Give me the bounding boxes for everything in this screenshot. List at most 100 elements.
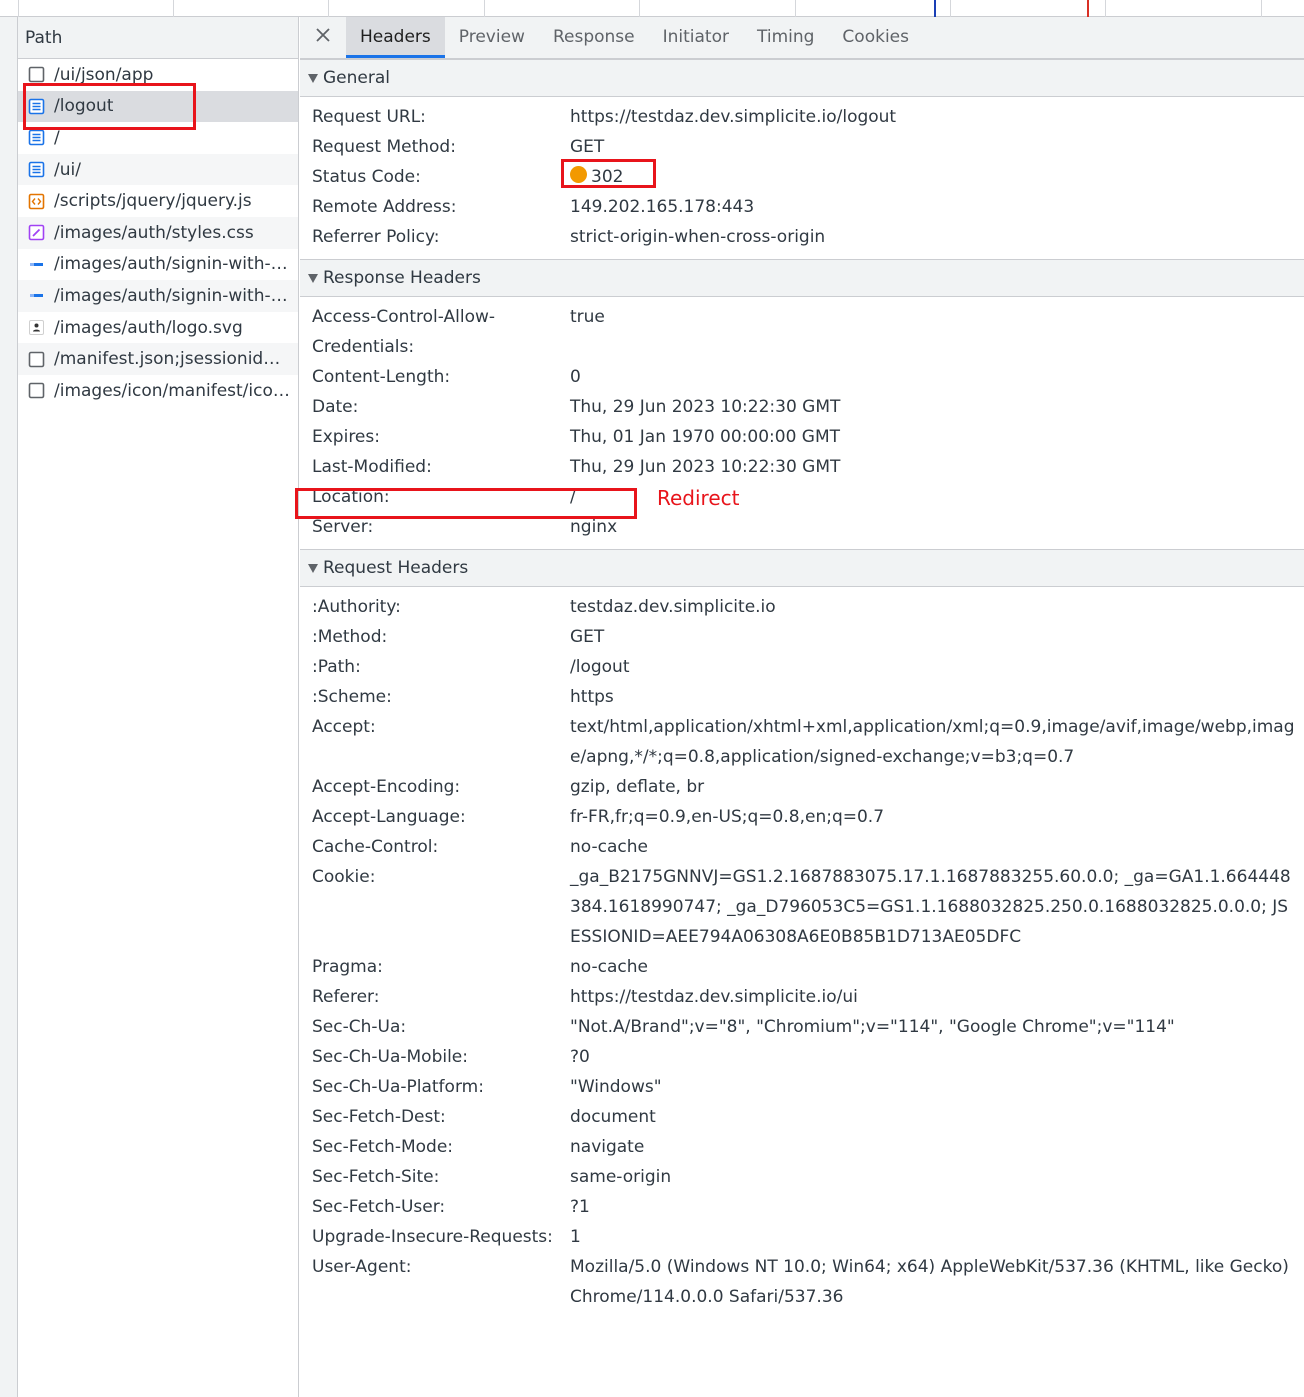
header-key: Cache-Control: [312,837,439,857]
header-key: Sec-Ch-Ua-Mobile: [312,1047,468,1067]
general-row-status-code: Status Code: 302 [312,162,1304,192]
image-icon [28,256,45,273]
header-key: :Path: [312,657,361,677]
response-header-row: Date: Thu, 29 Jun 2023 10:22:30 GMT [312,392,1304,422]
request-list-item[interactable]: /images/auth/logo.svg [18,312,298,344]
close-icon [315,27,331,48]
request-path-label: /scripts/jquery/jquery.js [54,191,252,212]
request-header-row: Accept-Encoding: gzip, deflate, br [312,772,1304,802]
general-section-header[interactable]: General [300,59,1304,97]
tab-preview[interactable]: Preview [445,17,539,58]
header-key: Status Code: [312,167,421,187]
header-key: :Scheme: [312,687,392,707]
timeline-gridline [1105,0,1106,17]
request-path-label: /ui/ [54,159,81,180]
header-value: https://testdaz.dev.simplicite.io/ui [570,987,858,1007]
header-key: Content-Length: [312,367,451,387]
header-value: strict-origin-when-cross-origin [570,227,826,247]
image-icon [28,287,45,304]
tab-cookies[interactable]: Cookies [828,17,923,58]
header-value: no-cache [570,837,648,857]
response-headers-title: Response Headers [323,268,481,288]
left-gutter [0,17,18,1397]
request-header-row: Sec-Fetch-Site: same-origin [312,1162,1304,1192]
request-list-item[interactable]: /logout [18,90,298,123]
request-header-row: :Authority: testdaz.dev.simplicite.io [312,592,1304,622]
header-value: Thu, 01 Jan 1970 00:00:00 GMT [570,427,841,447]
header-value: nginx [570,517,618,537]
close-detail-button[interactable] [300,17,346,58]
header-key: Accept-Encoding: [312,777,461,797]
header-key: Access-Control-Allow-Credentials: [312,307,496,357]
request-header-row: :Method: GET [312,622,1304,652]
dom-content-loaded-marker [934,0,936,17]
timeline-gridline [950,0,951,17]
script-icon [28,193,45,210]
header-key: Accept: [312,717,376,737]
header-key: :Method: [312,627,388,647]
header-value: 1 [570,1227,581,1247]
response-header-row: Last-Modified: Thu, 29 Jun 2023 10:22:30 … [312,452,1304,482]
timeline-gridline [484,0,485,17]
request-header-row: Accept: text/html,application/xhtml+xml,a… [312,712,1304,772]
general-row-request-url: Request URL: https://testdaz.dev.simplic… [312,102,1304,132]
response-headers-section-header[interactable]: Response Headers [300,259,1304,297]
request-list-item[interactable]: /images/icon/manifest/icon... [18,375,298,407]
general-section-body: Request URL: https://testdaz.dev.simplic… [300,97,1304,259]
response-header-row: Content-Length: 0 [312,362,1304,392]
other-file-icon [28,382,45,399]
tab-headers[interactable]: Headers [346,17,445,58]
header-value: https://testdaz.dev.simplicite.io/logout [570,107,897,127]
header-value: "Not.A/Brand";v="8", "Chromium";v="114",… [570,1017,1175,1037]
header-key: Sec-Fetch-Dest: [312,1107,446,1127]
collapse-triangle-icon [308,73,318,83]
request-path-label: /images/auth/logo.svg [54,317,243,338]
header-key: Referrer Policy: [312,227,440,247]
response-header-row: Server: nginx [312,512,1304,542]
header-key: Location: [312,487,390,507]
load-event-marker [1087,0,1089,17]
header-value: Thu, 29 Jun 2023 10:22:30 GMT [570,397,841,417]
header-value: 0 [570,367,581,387]
header-key: Request URL: [312,107,426,127]
request-list-item[interactable]: / [18,122,298,154]
request-list-item[interactable]: /scripts/jquery/jquery.js [18,185,298,217]
header-value: navigate [570,1137,645,1157]
header-value: ?0 [570,1047,590,1067]
document-icon [28,98,45,115]
request-header-row: :Scheme: https [312,682,1304,712]
header-key: Sec-Ch-Ua-Platform: [312,1077,484,1097]
request-list-panel: Path /ui/json/app/logout / /ui/ /scripts/jq… [18,17,299,1397]
document-icon [28,129,45,146]
tab-timing[interactable]: Timing [743,17,828,58]
path-column-header[interactable]: Path [18,17,298,59]
request-list-item[interactable]: /images/auth/signin-with-si... [18,249,298,281]
request-list-item[interactable]: /ui/json/app [18,59,298,91]
header-value: Thu, 29 Jun 2023 10:22:30 GMT [570,457,841,477]
request-header-row: User-Agent: Mozilla/5.0 (Windows NT 10.0;… [312,1252,1304,1312]
header-key: Date: [312,397,359,417]
request-list-item[interactable]: /manifest.json;jsessionid=_S... [18,343,298,375]
request-list-item[interactable]: /images/auth/signin-with-ld... [18,280,298,312]
request-detail-panel: Headers Preview Response Initiator Timin… [300,17,1304,1397]
header-value: gzip, deflate, br [570,777,705,797]
timeline-gridline [639,0,640,17]
request-header-row: Cookie: _ga_B2175GNNVJ=GS1.2.1687883075.1… [312,862,1304,952]
tab-initiator[interactable]: Initiator [649,17,743,58]
tab-response[interactable]: Response [539,17,649,58]
stylesheet-icon [28,224,45,241]
detail-tabbar: Headers Preview Response Initiator Timin… [300,17,1304,59]
request-path-label: /logout [54,96,114,117]
timeline-gridline [173,0,174,17]
request-headers-section-header[interactable]: Request Headers [300,549,1304,587]
request-list-item[interactable]: /ui/ [18,153,298,186]
header-key: Sec-Fetch-Mode: [312,1137,454,1157]
status-code-value: 302 [570,162,1304,192]
header-key: :Authority: [312,597,401,617]
header-key: Sec-Fetch-Site: [312,1167,440,1187]
timeline-gridline [328,0,329,17]
other-file-icon [28,66,45,83]
request-list: /ui/json/app/logout / /ui/ /scripts/jquery/… [18,59,298,407]
header-value: text/html,application/xhtml+xml,applicat… [570,717,1295,767]
request-list-item[interactable]: /images/auth/styles.css [18,216,298,249]
